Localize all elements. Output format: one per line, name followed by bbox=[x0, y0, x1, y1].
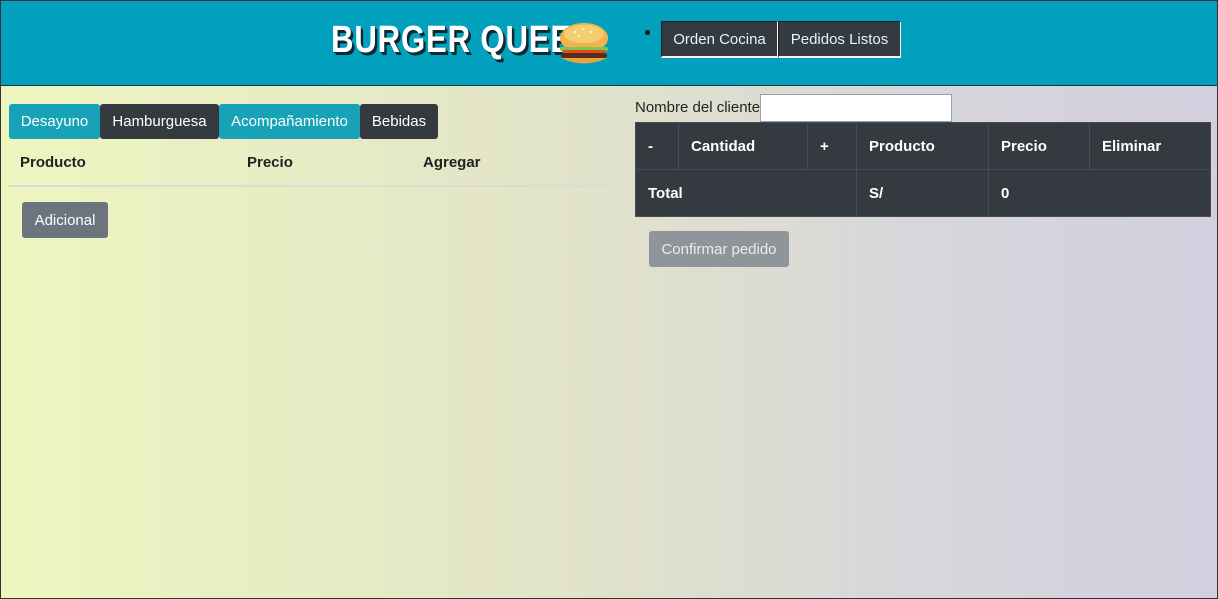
column-decrease: - bbox=[635, 122, 679, 170]
app-header: BURGER QUEEN Orden Cocina Pedidos Listos bbox=[0, 0, 1218, 86]
column-increase: + bbox=[807, 122, 857, 170]
column-precio: Precio bbox=[988, 122, 1090, 170]
column-eliminar: Eliminar bbox=[1089, 122, 1211, 170]
menu-column-producto: Producto bbox=[20, 154, 86, 171]
tab-bebidas[interactable]: Bebidas bbox=[360, 104, 438, 139]
tab-acompanamiento[interactable]: Acompañamiento bbox=[219, 104, 360, 139]
menu-header-divider bbox=[8, 185, 608, 187]
adicional-button[interactable]: Adicional bbox=[22, 202, 108, 238]
client-name-input[interactable] bbox=[760, 94, 952, 122]
order-total-row: Total S/ 0 bbox=[635, 169, 1211, 217]
total-label: Total bbox=[635, 169, 857, 217]
menu-column-precio: Precio bbox=[247, 154, 293, 171]
tab-desayuno[interactable]: Desayuno bbox=[9, 104, 100, 139]
confirm-order-button[interactable]: Confirmar pedido bbox=[649, 231, 789, 267]
window-frame bbox=[0, 0, 1218, 599]
order-table: - Cantidad + Producto Precio Eliminar To… bbox=[635, 122, 1211, 217]
order-table-header: - Cantidad + Producto Precio Eliminar bbox=[635, 122, 1211, 170]
burger-icon bbox=[560, 23, 608, 64]
total-value: 0 bbox=[988, 169, 1211, 217]
nav-orden-cocina-button[interactable]: Orden Cocina bbox=[661, 21, 778, 58]
nav-pedidos-listos-button[interactable]: Pedidos Listos bbox=[778, 21, 901, 58]
column-cantidad: Cantidad bbox=[678, 122, 808, 170]
bullet-marker bbox=[645, 30, 650, 35]
total-currency: S/ bbox=[856, 169, 989, 217]
tab-hamburguesa[interactable]: Hamburguesa bbox=[100, 104, 219, 139]
column-producto: Producto bbox=[856, 122, 989, 170]
brand-title: BURGER QUEEN bbox=[331, 19, 596, 61]
menu-column-agregar: Agregar bbox=[423, 154, 481, 171]
client-name-label: Nombre del cliente bbox=[635, 99, 761, 116]
